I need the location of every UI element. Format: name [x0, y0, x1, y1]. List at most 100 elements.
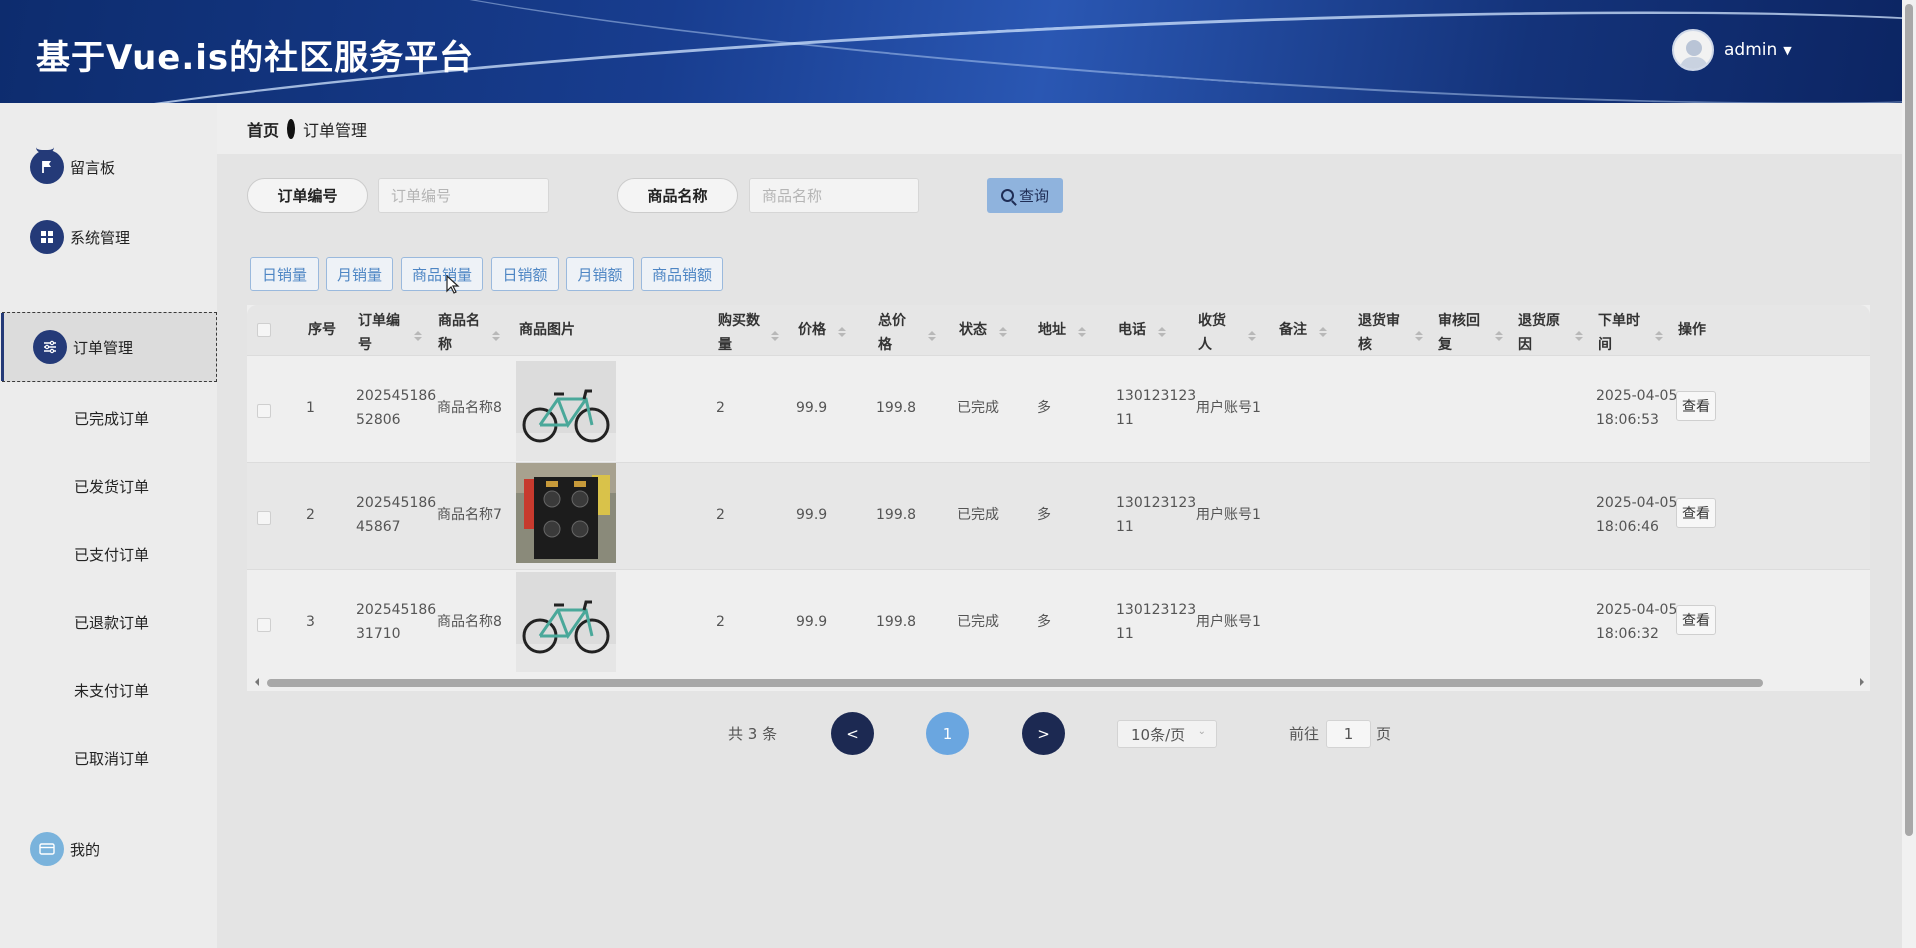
col-label: 因: [1518, 337, 1532, 353]
view-button[interactable]: 查看: [1676, 391, 1716, 421]
scroll-right-icon[interactable]: [1860, 678, 1868, 686]
order-no-input[interactable]: 订单编号: [378, 178, 549, 213]
row-checkbox[interactable]: [257, 511, 271, 525]
speakers-image[interactable]: [516, 463, 616, 563]
sidebar-item-order-management[interactable]: 订单管理: [1, 312, 217, 382]
view-button[interactable]: 查看: [1676, 605, 1716, 635]
col-order-time[interactable]: 下单时间: [1598, 309, 1663, 357]
next-page-button[interactable]: >: [1022, 712, 1065, 755]
cell-price: 99.9: [796, 507, 828, 523]
sidebar-subitem-label: 未支付订单: [74, 681, 150, 700]
view-button[interactable]: 查看: [1676, 498, 1716, 528]
col-refund-reason[interactable]: 退货原因: [1518, 309, 1583, 357]
col-address[interactable]: 地址: [1038, 318, 1086, 342]
sidebar-subitem-refunded-orders[interactable]: 已退款订单: [0, 588, 217, 656]
col-label: 地址: [1038, 322, 1066, 338]
col-product-name[interactable]: 商品名称: [438, 309, 500, 357]
cell-receiver: 用户账号1: [1196, 614, 1261, 630]
sidebar-subitem-unpaid-orders[interactable]: 未支付订单: [0, 656, 217, 724]
breadcrumb-home[interactable]: 首页: [247, 117, 279, 141]
table-scrollbar-thumb[interactable]: [267, 679, 1763, 687]
table-horizontal-scrollbar[interactable]: [247, 675, 1870, 689]
cell-status: 已完成: [957, 614, 999, 630]
col-qty[interactable]: 购买数量: [718, 309, 779, 357]
col-label: 商品名: [438, 313, 480, 329]
card-icon: [30, 832, 64, 866]
sliders-icon: [33, 330, 67, 364]
col-order-no[interactable]: 订单编号: [358, 309, 422, 357]
sidebar-item-label: 系统管理: [70, 228, 131, 247]
cell-qty: 2: [716, 400, 725, 416]
sidebar: 留言板 系统管理 订单管理 已完成订单 已发货订单 已支付订单 已退款订单 未支…: [0, 103, 217, 948]
table-row: 3 202545186 31710 商品名称8 2 99.9 199.8 已完成 …: [247, 569, 1870, 676]
cell-text: 202545186: [356, 388, 437, 404]
col-label: 格: [878, 337, 892, 353]
query-button[interactable]: 查询: [987, 178, 1063, 213]
col-review-reply[interactable]: 审核回复: [1438, 309, 1503, 357]
goto-label: 前往: [1289, 725, 1320, 743]
col-label: 称: [438, 337, 452, 353]
product-name-input[interactable]: 商品名称: [749, 178, 919, 213]
col-phone[interactable]: 电话: [1118, 318, 1166, 342]
sidebar-subitem-label: 已完成订单: [74, 409, 150, 428]
chevron-down-icon[interactable]: ▼: [1783, 44, 1791, 57]
bicycle-image[interactable]: [516, 361, 616, 461]
monthly-sales-volume-button[interactable]: 月销量: [326, 257, 393, 291]
page-size-value: 10条/页: [1131, 725, 1186, 744]
scroll-left-icon[interactable]: [251, 678, 259, 686]
col-remark[interactable]: 备注: [1279, 318, 1327, 342]
page-scrollbar[interactable]: [1902, 0, 1916, 948]
col-index: 序号: [308, 322, 336, 338]
col-label: 核: [1358, 337, 1372, 353]
username[interactable]: admin: [1724, 40, 1777, 60]
cell-order-time: 2025-04-05 18:06:32: [1596, 598, 1677, 646]
cell-index: 3: [306, 614, 315, 630]
row-checkbox[interactable]: [257, 404, 271, 418]
grid-icon: [30, 220, 64, 254]
sidebar-item-message-board[interactable]: 留言板: [0, 132, 217, 202]
cell-phone: 130123123 11: [1116, 384, 1196, 432]
cell-text: 11: [1116, 519, 1134, 535]
sidebar-subitem-paid-orders[interactable]: 已支付订单: [0, 520, 217, 588]
sidebar-item-mine[interactable]: 我的: [0, 814, 217, 884]
daily-sales-amount-button[interactable]: 日销额: [491, 257, 559, 291]
cell-text: 130123123: [1116, 495, 1197, 511]
col-status[interactable]: 状态: [959, 318, 1007, 342]
col-refund-review[interactable]: 退货审核: [1358, 309, 1423, 357]
avatar[interactable]: [1672, 29, 1714, 71]
monthly-sales-amount-button[interactable]: 月销额: [566, 257, 634, 291]
cell-status: 已完成: [957, 400, 999, 416]
product-name-label: 商品名称: [617, 178, 738, 213]
goto-page-input[interactable]: 1: [1326, 720, 1371, 748]
cell-index: 1: [306, 400, 315, 416]
user-menu[interactable]: admin ▼: [1672, 29, 1792, 71]
cell-text: 18:06:46: [1596, 519, 1659, 535]
page-size-select[interactable]: 10条/页 ⌄: [1117, 720, 1217, 748]
prev-page-button[interactable]: <: [831, 712, 874, 755]
col-label: 退货审: [1358, 313, 1400, 329]
product-sales-amount-button[interactable]: 商品销额: [641, 257, 723, 291]
sidebar-item-system-management[interactable]: 系统管理: [0, 202, 217, 272]
pagination-total: 共 3 条: [728, 725, 778, 743]
cell-text: 11: [1116, 412, 1134, 428]
sidebar-subitem-label: 已支付订单: [74, 545, 150, 564]
cell-qty: 2: [716, 507, 725, 523]
select-all-checkbox[interactable]: [257, 323, 271, 337]
bicycle-image[interactable]: [516, 572, 616, 672]
col-total[interactable]: 总价格: [878, 309, 936, 357]
cell-text: 130123123: [1116, 388, 1197, 404]
daily-sales-volume-button[interactable]: 日销量: [250, 257, 319, 291]
page-1-button[interactable]: 1: [926, 712, 969, 755]
row-checkbox[interactable]: [257, 618, 271, 632]
page-scrollbar-thumb[interactable]: [1905, 4, 1913, 836]
sidebar-subitem-shipped-orders[interactable]: 已发货订单: [0, 452, 217, 520]
sidebar-subitem-cancelled-orders[interactable]: 已取消订单: [0, 724, 217, 792]
cell-text: 11: [1116, 626, 1134, 642]
col-price[interactable]: 价格: [798, 318, 846, 342]
breadcrumb-current: 订单管理: [303, 120, 368, 140]
product-sales-volume-button[interactable]: 商品销量: [401, 257, 483, 291]
table-header: 序号 订单编号 商品名称 商品图片 购买数量 价格 总价格 状态 地址 电话 收…: [247, 305, 1870, 355]
sidebar-subitem-completed-orders[interactable]: 已完成订单: [0, 384, 217, 452]
col-receiver[interactable]: 收货人: [1198, 309, 1256, 357]
col-label: 量: [718, 337, 732, 353]
